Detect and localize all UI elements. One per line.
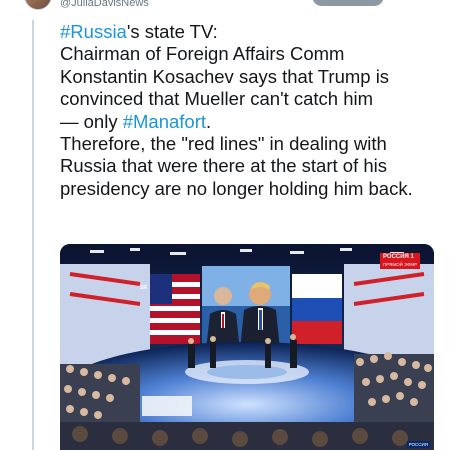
hashtag-manafort[interactable]: #Manafort xyxy=(123,111,206,132)
hashtag-russia[interactable]: #Russia xyxy=(60,21,127,42)
avatar[interactable] xyxy=(24,0,52,10)
tweet-text: #Russia's state TV: Chairman of Foreign … xyxy=(60,21,432,200)
channel-logo: РОССИЯ 1 ПРЯМОЙ ЭФИР xyxy=(379,253,420,269)
thread-line xyxy=(32,20,34,450)
tv-studio-image xyxy=(60,244,434,450)
follow-button[interactable] xyxy=(312,0,384,6)
tweet-media-image[interactable]: РОССИЯ 1 ПРЯМОЙ ЭФИР SR РОССИЯ xyxy=(60,244,434,450)
tweet-card: @JuliaDavisNews #Russia's state TV: Chai… xyxy=(0,0,450,450)
corner-logo: РОССИЯ xyxy=(406,441,430,448)
channel-logo-text: РОССИЯ 1 xyxy=(382,254,414,260)
stage-text: SR xyxy=(140,285,147,291)
channel-logo-sub: ПРЯМОЙ ЭФИР xyxy=(382,262,417,267)
author-handle[interactable]: @JuliaDavisNews xyxy=(60,0,149,9)
